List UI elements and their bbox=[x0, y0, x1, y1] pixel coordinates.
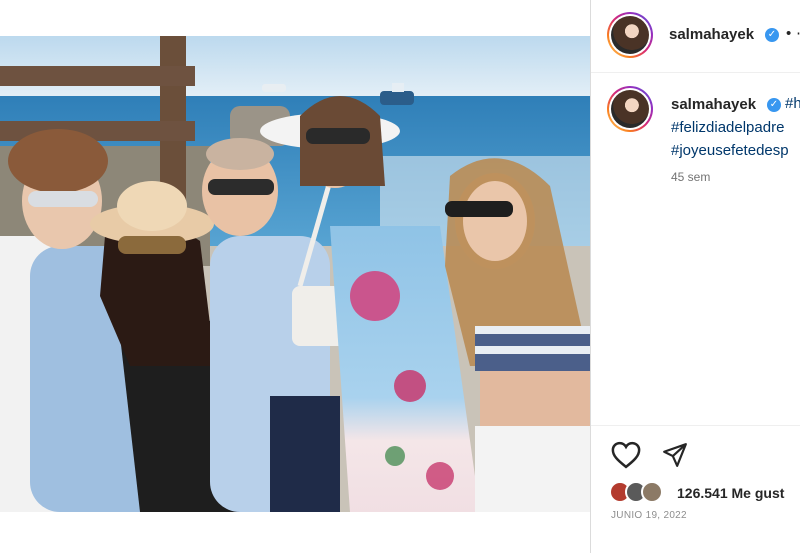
paper-plane-icon[interactable] bbox=[661, 442, 689, 473]
post-photo[interactable] bbox=[0, 36, 590, 512]
post-sidebar: salmahayek ✓ • ⋯ salmahayek ✓ #h #felizd… bbox=[590, 0, 800, 553]
liker-avatar bbox=[641, 481, 663, 503]
hashtag-h[interactable]: #h bbox=[785, 95, 800, 112]
caption-username[interactable]: salmahayek bbox=[671, 96, 756, 113]
hashtag-joyeusefetedesp[interactable]: #joyeusefetedesp bbox=[671, 142, 789, 159]
caption-verified-badge-icon: ✓ bbox=[767, 98, 781, 112]
verified-badge-icon: ✓ bbox=[765, 28, 779, 42]
beach-photo-illustration bbox=[0, 36, 590, 512]
header-username[interactable]: salmahayek bbox=[669, 26, 754, 43]
post-time[interactable]: 45 sem bbox=[671, 170, 710, 184]
likes-count[interactable]: 126.541 Me gust bbox=[677, 485, 784, 501]
avatar[interactable] bbox=[607, 12, 653, 58]
caption-avatar[interactable] bbox=[607, 86, 653, 132]
separator-dot: • bbox=[786, 25, 792, 42]
bottom-bar bbox=[0, 512, 590, 553]
actions-divider bbox=[591, 425, 800, 426]
top-bar bbox=[0, 0, 590, 36]
heart-icon[interactable] bbox=[611, 441, 641, 474]
more-options-icon[interactable]: ⋯ bbox=[796, 24, 800, 42]
post-date: JUNIO 19, 2022 bbox=[611, 510, 687, 521]
hashtag-felizdiadelpadre[interactable]: #felizdiadelpadre bbox=[671, 119, 784, 136]
post-header: salmahayek ✓ • ⋯ bbox=[591, 0, 800, 73]
